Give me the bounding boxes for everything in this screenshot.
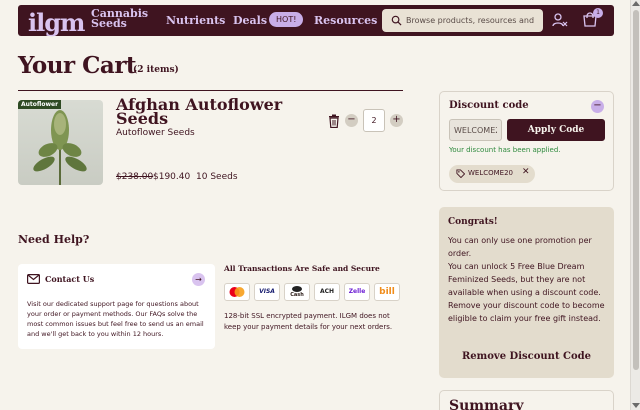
secure-text: 128-bit SSL encrypted payment. ILGM does… — [224, 312, 393, 331]
nav-cannabis-seeds[interactable]: Cannabis Seeds — [91, 8, 151, 29]
remove-discount-code-button[interactable]: Remove Discount Code — [439, 351, 614, 362]
account-icon[interactable] — [552, 12, 568, 28]
product-category: Autoflower Seeds — [116, 128, 195, 138]
autoflower-badge: Autoflower — [18, 100, 62, 109]
contact-us-card[interactable]: Contact Us → Visit our dedicated support… — [18, 264, 215, 349]
divider — [18, 90, 403, 91]
contact-us-text: Visit our dedicated support page for que… — [27, 300, 204, 338]
cannabis-plant-image — [33, 110, 87, 185]
cash-label: Cash — [290, 292, 304, 298]
search-input[interactable] — [406, 13, 536, 28]
collapse-icon[interactable]: − — [591, 100, 604, 113]
summary-title: Summary — [449, 398, 524, 410]
quantity-input[interactable]: 2 — [363, 109, 385, 132]
apply-code-button[interactable]: Apply Code — [507, 119, 605, 141]
mail-icon — [27, 274, 40, 284]
need-help-heading: Need Help? — [18, 233, 90, 246]
top-navbar: ilgm Cannabis Seeds Nutrients Deals HOT!… — [18, 5, 614, 37]
discount-code-input[interactable] — [449, 119, 502, 141]
arrow-right-icon[interactable]: → — [192, 273, 205, 286]
secure-transactions-heading: All Transactions Are Safe and Secure — [224, 264, 380, 273]
congrats-line-2: You can unlock 5 Free Blue Dream Feminiz… — [448, 262, 605, 323]
scroll-up-icon[interactable] — [632, 1, 640, 6]
seed-pack-size: 10 Seeds — [196, 172, 238, 182]
quantity-increase-button[interactable]: + — [390, 114, 403, 127]
product-name[interactable]: Afghan Autoflower Seeds — [116, 97, 296, 127]
remove-code-icon[interactable]: ✕ — [522, 167, 530, 177]
ilgm-logo[interactable]: ilgm — [28, 8, 85, 37]
page-title: Your Cart — [18, 52, 137, 79]
discount-applied-message: Your discount has been applied. — [449, 146, 561, 154]
nav-resources[interactable]: Resources — [314, 14, 377, 27]
bill-icon: bill — [374, 283, 400, 301]
applied-code-chip: WELCOME20 ✕ — [449, 165, 535, 183]
product-image[interactable]: Autoflower — [18, 100, 103, 185]
tag-icon — [456, 169, 465, 178]
trash-icon[interactable] — [328, 114, 340, 128]
original-price: $238.00 — [116, 172, 154, 182]
discount-code-card: Discount code − Apply Code Your discount… — [439, 91, 614, 191]
mastercard-icon — [224, 283, 250, 301]
contact-us-title: Contact Us — [45, 274, 95, 284]
congrats-text: You can only use one promotion per order… — [448, 234, 608, 325]
zelle-icon: Zelle — [344, 283, 370, 301]
item-count: (2 items) — [133, 65, 179, 75]
nav-nutrients[interactable]: Nutrients — [166, 14, 225, 27]
hot-badge: HOT! — [269, 12, 304, 27]
discounted-price: $190.40 — [153, 172, 191, 182]
cash-icon: Cash — [284, 283, 310, 301]
discount-code-title: Discount code — [449, 100, 529, 111]
applied-code-text: WELCOME20 — [468, 169, 514, 177]
summary-card: Summary — [439, 390, 614, 410]
scroll-thumb[interactable] — [633, 10, 639, 370]
cart-count-badge: 1 — [593, 8, 603, 18]
search-bar[interactable] — [382, 9, 543, 32]
page-scrollbar[interactable] — [630, 0, 640, 410]
congrats-title: Congrats! — [448, 217, 498, 227]
search-icon — [391, 15, 402, 26]
quantity-decrease-button[interactable]: − — [345, 114, 358, 127]
nav-deals[interactable]: Deals — [233, 14, 267, 27]
congrats-line-1: You can only use one promotion per order… — [448, 236, 592, 258]
visa-icon: VISA — [254, 283, 280, 301]
scroll-down-icon[interactable] — [632, 403, 640, 408]
ach-icon: ACH — [314, 283, 340, 301]
promotion-notice-card: Congrats! You can only use one promotion… — [439, 207, 614, 378]
